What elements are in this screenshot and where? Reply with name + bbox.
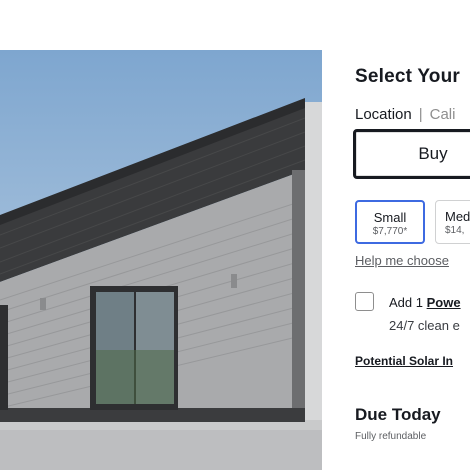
panel-title: Select Your [355, 66, 460, 87]
size-option-price: $14, [445, 225, 465, 236]
location-value[interactable]: Cali [430, 106, 456, 123]
help-me-choose-link[interactable]: Help me choose [355, 253, 449, 268]
buy-button[interactable]: Buy [353, 129, 470, 179]
house-image [0, 50, 322, 470]
configurator-panel: Select Your Location | Cali Buy Small $7,7… [322, 50, 470, 470]
size-option-small[interactable]: Small $7,770* [355, 200, 425, 244]
size-option-medium[interactable]: Med $14, [435, 200, 470, 244]
fully-refundable-note: Fully refundable [355, 431, 427, 442]
due-today-title: Due Today [355, 405, 441, 424]
addon-description: 24/7 clean e [389, 318, 460, 333]
location-row: Location | Cali [355, 106, 455, 123]
house-illustration [0, 50, 322, 470]
potential-solar-link[interactable]: Potential Solar In [355, 354, 453, 368]
addon-label: Add 1 Powe [389, 295, 461, 310]
size-option-name: Small [373, 210, 407, 225]
location-label: Location [355, 106, 412, 123]
location-separator: | [418, 106, 423, 123]
add-powerwall-checkbox[interactable] [355, 292, 374, 311]
size-option-name: Med [445, 209, 470, 224]
addon-prefix: Add 1 [389, 295, 423, 310]
addon-product-link[interactable]: Powe [427, 295, 461, 310]
top-bar [0, 0, 470, 50]
size-option-price: $7,770* [372, 226, 408, 237]
